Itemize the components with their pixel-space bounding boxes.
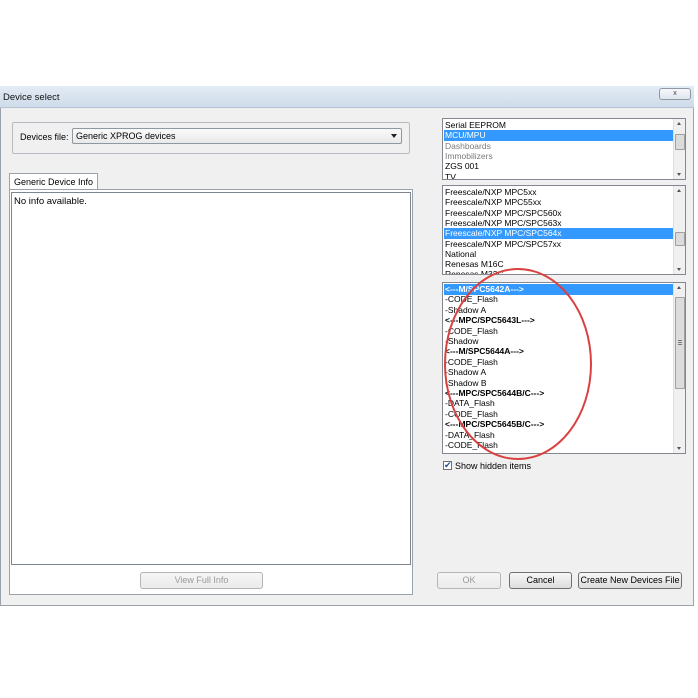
list-item[interactable]: -Shadow A <box>444 305 673 316</box>
scroll-down-icon[interactable] <box>677 268 681 271</box>
scroll-thumb[interactable] <box>675 232 685 246</box>
list-item[interactable]: <---M/SPC5642A---> <box>444 284 673 295</box>
scroll-up-icon[interactable] <box>677 189 681 192</box>
list-item[interactable]: Freescale/NXP MPC/SPC564x <box>444 228 673 239</box>
checkmark-icon: ✔ <box>444 460 452 470</box>
category-scrollbar[interactable] <box>673 119 685 179</box>
show-hidden-checkbox[interactable]: ✔ <box>443 460 452 470</box>
category-list[interactable]: Serial EEPROM MCU/MPU Dashboards Immobilize… <box>442 118 686 180</box>
tab-generic-device-info[interactable]: Generic Device Info <box>9 173 99 190</box>
devices-file-dropdown[interactable]: Generic XPROG devices <box>72 128 402 144</box>
scroll-down-icon[interactable] <box>677 173 681 176</box>
create-new-devices-file-button[interactable]: Create New Devices File <box>578 572 682 589</box>
list-item[interactable]: Serial EEPROM <box>444 120 673 131</box>
list-item[interactable]: TV <box>444 172 673 180</box>
list-item[interactable]: <---MPC/SPC5644B/C---> <box>444 388 673 399</box>
grip-icon <box>678 340 682 345</box>
title-bar[interactable] <box>0 86 694 108</box>
list-item[interactable]: -Shadow <box>444 336 673 347</box>
list-item[interactable]: Freescale/NXP MPC/SPC57xx <box>444 239 673 250</box>
devices-file-value: Generic XPROG devices <box>76 131 176 141</box>
list-item[interactable]: Freescale/NXP MPC/SPC563x <box>444 218 673 229</box>
list-item[interactable]: -Shadow A <box>444 367 673 378</box>
list-item[interactable]: <---MPC/SPC5645B/C---> <box>444 419 673 430</box>
list-item[interactable]: -CODE_Flash <box>444 326 673 337</box>
cancel-button[interactable]: Cancel <box>509 572 572 589</box>
list-item[interactable]: -CODE_Flash <box>444 357 673 368</box>
list-item[interactable]: Freescale/NXP MPC5xx <box>444 187 673 198</box>
devices-file-label: Devices file: <box>20 132 69 142</box>
family-list[interactable]: Freescale/NXP MPC5xx Freescale/NXP MPC55x… <box>442 185 686 275</box>
scroll-down-icon[interactable] <box>677 447 681 450</box>
list-item[interactable]: -DATA_Flash <box>444 430 673 441</box>
scroll-up-icon[interactable] <box>677 122 681 125</box>
scroll-thumb[interactable] <box>675 297 685 389</box>
list-item[interactable]: <---M/SPC5644A---> <box>444 346 673 357</box>
view-full-info-button[interactable]: View Full Info <box>140 572 263 589</box>
list-item[interactable]: -CODE_Flash <box>444 409 673 420</box>
device-list[interactable]: <---M/SPC5642A---> -CODE_Flash -Shadow A <-… <box>442 282 686 454</box>
close-button[interactable]: x <box>659 88 691 100</box>
list-item[interactable]: Renesas M16C <box>444 259 673 270</box>
device-info-text: No info available. <box>14 196 87 207</box>
list-item[interactable]: ZGS 001 <box>444 161 673 172</box>
show-hidden-label: Show hidden items <box>455 461 532 471</box>
list-item[interactable]: -CODE_Flash <box>444 294 673 305</box>
scroll-thumb[interactable] <box>675 134 685 150</box>
chevron-down-icon <box>391 134 397 138</box>
window-title: Device select <box>3 92 60 103</box>
list-item[interactable]: Renesas M32C <box>444 269 673 274</box>
list-item[interactable]: -Shadow B <box>444 378 673 389</box>
ok-button[interactable]: OK <box>437 572 501 589</box>
list-item[interactable]: Dashboards <box>444 141 673 152</box>
device-scrollbar[interactable] <box>673 283 685 453</box>
list-item[interactable]: MCU/MPU <box>444 130 673 141</box>
list-item[interactable]: Freescale/NXP MPC/SPC560x <box>444 208 673 219</box>
list-item[interactable]: National <box>444 249 673 260</box>
list-item[interactable]: <---MPC/SPC5643L---> <box>444 315 673 326</box>
device-info-textbox[interactable]: No info available. <box>11 192 411 565</box>
list-item[interactable]: -CODE_Flash <box>444 440 673 451</box>
close-icon: x <box>673 90 677 97</box>
scroll-up-icon[interactable] <box>677 286 681 289</box>
list-item[interactable]: -DATA_Flash <box>444 398 673 409</box>
list-item[interactable]: Freescale/NXP MPC55xx <box>444 197 673 208</box>
tab-label: Generic Device Info <box>14 177 94 187</box>
list-item[interactable]: Immobilizers <box>444 151 673 162</box>
family-scrollbar[interactable] <box>673 186 685 274</box>
